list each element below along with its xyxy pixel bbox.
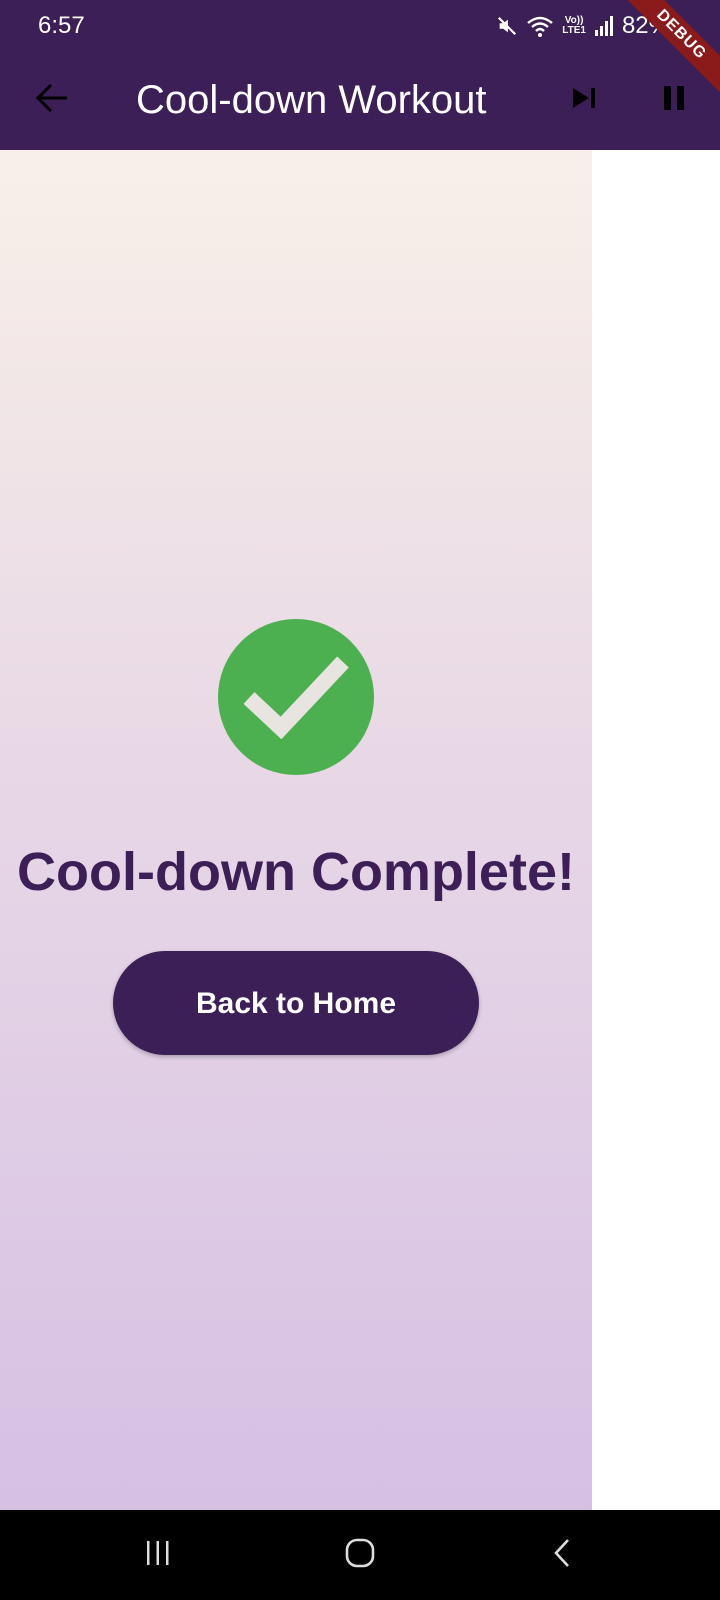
back-chevron-icon xyxy=(550,1537,574,1574)
skip-next-icon xyxy=(571,86,597,115)
screen: 6:57 Vo)) LTE1 82% Cool-down Workout DEB… xyxy=(0,0,720,1600)
recents-icon xyxy=(143,1538,173,1573)
back-button[interactable] xyxy=(28,74,76,126)
status-time: 6:57 xyxy=(38,12,85,39)
skip-next-button[interactable] xyxy=(560,76,608,124)
lte-label: LTE1 xyxy=(562,25,586,36)
pause-button[interactable] xyxy=(650,76,698,124)
wifi-icon xyxy=(526,14,554,38)
recents-button[interactable] xyxy=(128,1530,188,1580)
arrow-back-icon xyxy=(35,83,69,118)
system-nav-bar xyxy=(0,1510,720,1600)
system-back-button[interactable] xyxy=(532,1530,592,1580)
page-title: Cool-down Workout xyxy=(136,78,487,122)
lte-indicator: Vo)) LTE1 xyxy=(562,16,586,36)
home-icon xyxy=(344,1537,376,1574)
signal-icon xyxy=(594,15,614,37)
app-bar: Cool-down Workout xyxy=(0,52,720,150)
completion-panel: Cool-down Complete! Back to Home xyxy=(0,150,592,1510)
status-bar: 6:57 Vo)) LTE1 82% xyxy=(0,0,720,52)
home-button[interactable] xyxy=(330,1530,390,1580)
pause-icon xyxy=(662,85,686,116)
check-circle-icon xyxy=(218,619,374,775)
back-to-home-button[interactable]: Back to Home xyxy=(113,951,479,1055)
mute-icon xyxy=(496,15,518,37)
completion-title: Cool-down Complete! xyxy=(17,842,575,902)
